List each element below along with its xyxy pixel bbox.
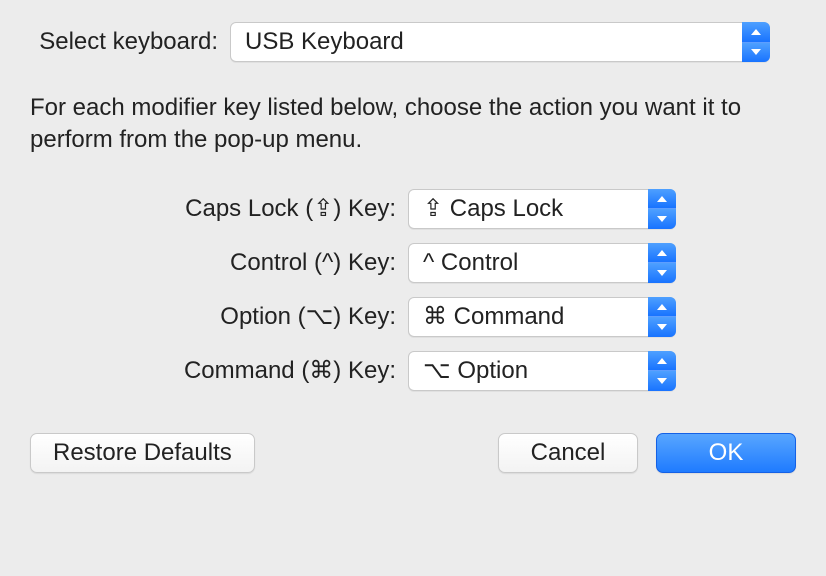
up-down-stepper-icon <box>648 297 676 337</box>
control-row: Control (^) Key: ^ Control <box>30 243 796 283</box>
command-row: Command (⌘) Key: ⌥ Option <box>30 351 796 391</box>
control-popup[interactable]: ^ Control <box>408 243 676 283</box>
button-bar: Restore Defaults Cancel OK <box>30 433 796 473</box>
modifier-rows: Caps Lock (⇪) Key: ⇪ Caps Lock Control (… <box>30 189 796 391</box>
up-down-stepper-icon <box>648 351 676 391</box>
command-value: ⌥ Option <box>423 356 528 385</box>
option-label: Option (⌥) Key: <box>30 302 408 331</box>
up-down-stepper-icon <box>648 243 676 283</box>
control-value: ^ Control <box>423 249 518 277</box>
caps-lock-label: Caps Lock (⇪) Key: <box>30 194 408 223</box>
select-keyboard-row: Select keyboard: USB Keyboard <box>30 22 796 62</box>
modifier-keys-sheet: Select keyboard: USB Keyboard For each m… <box>0 0 826 499</box>
command-popup[interactable]: ⌥ Option <box>408 351 676 391</box>
option-popup[interactable]: ⌘ Command <box>408 297 676 337</box>
up-down-stepper-icon <box>742 22 770 62</box>
restore-defaults-button[interactable]: Restore Defaults <box>30 433 255 473</box>
instruction-text: For each modifier key listed below, choo… <box>30 92 796 157</box>
caps-lock-value: ⇪ Caps Lock <box>423 194 563 223</box>
control-label: Control (^) Key: <box>30 249 408 277</box>
up-down-stepper-icon <box>648 189 676 229</box>
option-row: Option (⌥) Key: ⌘ Command <box>30 297 796 337</box>
select-keyboard-value: USB Keyboard <box>245 28 404 56</box>
select-keyboard-label: Select keyboard: <box>30 28 230 56</box>
option-value: ⌘ Command <box>423 302 564 331</box>
select-keyboard-popup[interactable]: USB Keyboard <box>230 22 770 62</box>
caps-lock-row: Caps Lock (⇪) Key: ⇪ Caps Lock <box>30 189 796 229</box>
cancel-button[interactable]: Cancel <box>498 433 638 473</box>
caps-lock-popup[interactable]: ⇪ Caps Lock <box>408 189 676 229</box>
command-label: Command (⌘) Key: <box>30 356 408 385</box>
ok-button[interactable]: OK <box>656 433 796 473</box>
